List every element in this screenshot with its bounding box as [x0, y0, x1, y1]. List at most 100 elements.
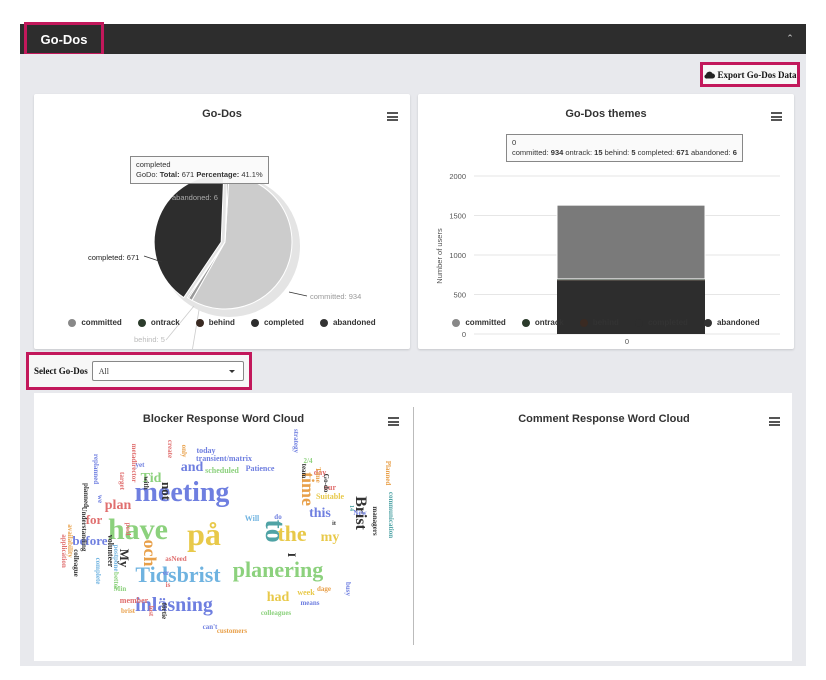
word-cloud-word[interactable]: this [309, 506, 331, 521]
word-cloud-word[interactable]: better [112, 572, 120, 590]
chart-menu-icon[interactable] [769, 417, 780, 426]
pie-legend: committed ontrack behind completed abandoned [34, 318, 410, 327]
legend-item-behind[interactable]: behind [195, 318, 235, 327]
bar-tooltip-behind-value: 5 [631, 148, 636, 158]
legend-item-committed[interactable]: committed [68, 318, 122, 327]
legend-dot [634, 318, 643, 327]
pie-label-connector [288, 291, 308, 297]
legend-label: behind [592, 318, 619, 327]
word-cloud-word[interactable]: och [140, 540, 160, 567]
word-cloud-word[interactable]: Planned [384, 461, 392, 486]
word-cloud-word[interactable]: planering [233, 557, 323, 582]
word-cloud-word[interactable]: complete [94, 558, 102, 585]
word-cloud-word[interactable]: 14 [348, 505, 354, 511]
word-cloud-word[interactable]: yet [136, 461, 146, 469]
legend-label: ontrack [150, 318, 180, 327]
word-cloud-word[interactable]: before [72, 533, 107, 548]
word-cloud-word[interactable]: busy [344, 582, 352, 597]
legend-item-abandoned[interactable]: abandoned [319, 318, 376, 327]
word-cloud-word[interactable]: target [118, 472, 126, 491]
legend-label: abandoned [332, 318, 376, 327]
word-cloud-word[interactable]: had [267, 590, 290, 605]
x-tick-label: 0 [625, 337, 629, 346]
word-cloud-word[interactable]: week [297, 588, 315, 597]
word-cloud-word[interactable]: brist [121, 607, 136, 615]
blocker-wordcloud: meetinghave på totheTidsbrist planeringinlä… [60, 429, 395, 635]
word-cloud-word[interactable]: I [285, 553, 299, 558]
word-cloud-word[interactable]: only [180, 445, 188, 458]
legend-item-abandoned[interactable]: abandoned [703, 318, 760, 327]
word-cloud-word[interactable]: not [159, 482, 174, 501]
bar-legend: committed ontrack behind completed abandoned [418, 318, 794, 327]
word-cloud-word[interactable]: på [187, 516, 221, 552]
word-cloud-word[interactable]: do [274, 513, 282, 521]
select-godos-label: Select Go-Dos [34, 366, 88, 376]
word-cloud-word[interactable]: Go-do [322, 474, 330, 493]
word-cloud-word[interactable]: lost [147, 606, 155, 617]
word-cloud-word[interactable]: communication [387, 492, 395, 538]
legend-label: behind [208, 318, 235, 327]
word-cloud-word[interactable]: means [300, 599, 319, 607]
word-cloud-word[interactable]: Time [314, 467, 322, 482]
word-cloud-word[interactable]: strategy [292, 429, 300, 454]
word-cloud-word[interactable]: transient/matrix [196, 454, 252, 463]
bar-tooltip-ontrack-value: 15 [594, 148, 603, 158]
word-cloud-word[interactable]: with [142, 476, 150, 489]
bar-segment-behind[interactable] [557, 280, 705, 281]
word-cloud-word[interactable]: 2/4 [304, 457, 313, 465]
word-cloud-word[interactable]: replanned [92, 454, 100, 484]
word-cloud-word[interactable]: postpone [112, 545, 120, 572]
legend-dot [319, 318, 328, 327]
word-cloud-word[interactable]: planned [82, 483, 90, 507]
word-cloud-word[interactable]: is [166, 581, 171, 589]
word-cloud-word[interactable]: plan [105, 498, 132, 513]
chevron-up-icon[interactable]: ⌃ [784, 32, 796, 44]
word-cloud-word[interactable]: scheduled [205, 466, 239, 475]
bar-segment-committed[interactable] [556, 204, 706, 280]
word-cloud-word[interactable]: create [166, 440, 174, 458]
word-cloud-word[interactable]: pool [124, 523, 132, 536]
word-cloud-word[interactable]: colleagues [261, 609, 292, 617]
pie-tooltip-header: completed [136, 160, 171, 169]
bar-chart: 2000 1500 1000 500 0 Number of users 0 [435, 172, 780, 346]
legend-item-ontrack[interactable]: ontrack [137, 318, 180, 327]
word-cloud-word[interactable]: member [120, 596, 149, 605]
word-cloud-word[interactable]: we [96, 495, 104, 503]
panel-header: Go-Dos ⌃ [20, 22, 806, 56]
word-cloud-word[interactable]: er [163, 569, 169, 577]
legend-dot [579, 318, 588, 327]
word-cloud-word[interactable]: it [332, 521, 336, 527]
pie-data-label-committed: committed: 934 [310, 292, 361, 301]
word-cloud-word[interactable]: Suitable [316, 492, 344, 501]
legend-item-committed[interactable]: committed [452, 318, 506, 327]
pie-tooltip-pct-label: Percentage: [196, 170, 240, 180]
word-cloud-word[interactable]: team [300, 464, 308, 479]
word-cloud-word[interactable]: New [353, 509, 367, 517]
select-godos-dropdown[interactable]: All [91, 361, 244, 381]
legend-label: completed [263, 318, 304, 327]
bar-chart-card: Go-Dos themes 2000 1500 1000 500 0 Number of … [418, 94, 794, 349]
word-cloud-word[interactable]: application [60, 534, 68, 568]
word-cloud-word[interactable]: can't [203, 623, 218, 631]
word-cloud-word[interactable]: customers [217, 627, 248, 635]
word-cloud-word[interactable]: Patience [246, 464, 275, 473]
word-cloud-word[interactable]: asNeed [165, 555, 186, 563]
legend-item-completed[interactable]: completed [634, 318, 688, 327]
word-cloud-word[interactable]: managers [371, 506, 379, 535]
y-tick-label: 1000 [449, 251, 466, 260]
word-cloud-word[interactable]: Will [245, 514, 260, 523]
legend-label: committed [465, 318, 506, 327]
pie-chart: abandoned: 6 completed: 671 committed: 934… [88, 174, 361, 349]
word-cloud-word[interactable]: förtie [160, 603, 168, 619]
legend-item-completed[interactable]: completed [250, 318, 304, 327]
word-cloud-word[interactable]: Understanding [80, 507, 88, 552]
panel-title[interactable]: Go-Dos [24, 22, 104, 56]
bar-tooltip-completed-label: completed: [637, 148, 675, 158]
bar-tooltip-behind-label: behind: [604, 148, 630, 158]
word-cloud-word[interactable]: my [321, 530, 340, 545]
legend-item-behind[interactable]: behind [579, 318, 619, 327]
word-cloud-word[interactable]: dage [317, 585, 331, 593]
word-cloud-word[interactable]: the [277, 521, 307, 546]
export-button[interactable]: Export Go-Dos Data [700, 62, 800, 87]
legend-item-ontrack[interactable]: ontrack [521, 318, 564, 327]
